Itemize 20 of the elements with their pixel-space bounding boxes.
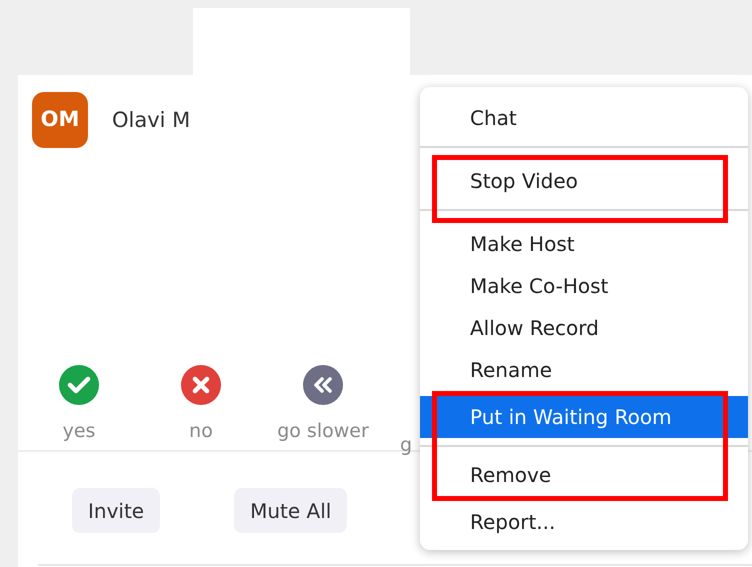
menu-item[interactable]: Stop Video [420, 160, 748, 202]
menu-item[interactable]: Rename [420, 349, 748, 391]
menu-item[interactable]: Put in Waiting Room [420, 396, 748, 438]
double-chevron-icon[interactable] [303, 365, 343, 405]
reaction-label: yes [62, 419, 96, 443]
check-icon[interactable] [59, 365, 99, 405]
participant-name: Olavi M [112, 107, 190, 134]
menu-item[interactable]: Remove [420, 454, 748, 496]
menu-item[interactable]: Chat [420, 97, 748, 139]
reaction-label: no [189, 419, 213, 443]
menu-item[interactable]: Allow Record [420, 307, 748, 349]
menu-item[interactable]: Make Co-Host [420, 265, 748, 307]
reaction-label: go slower [277, 419, 369, 443]
menu-item[interactable]: Report... [420, 501, 748, 543]
menu-item[interactable]: Make Host [420, 223, 748, 265]
toolbar-button[interactable]: Mute All [234, 488, 348, 533]
toolbar-button[interactable]: Invite [72, 488, 160, 533]
avatar: OM [32, 92, 88, 148]
reaction-label: g [400, 433, 412, 457]
close-icon[interactable] [181, 365, 221, 405]
